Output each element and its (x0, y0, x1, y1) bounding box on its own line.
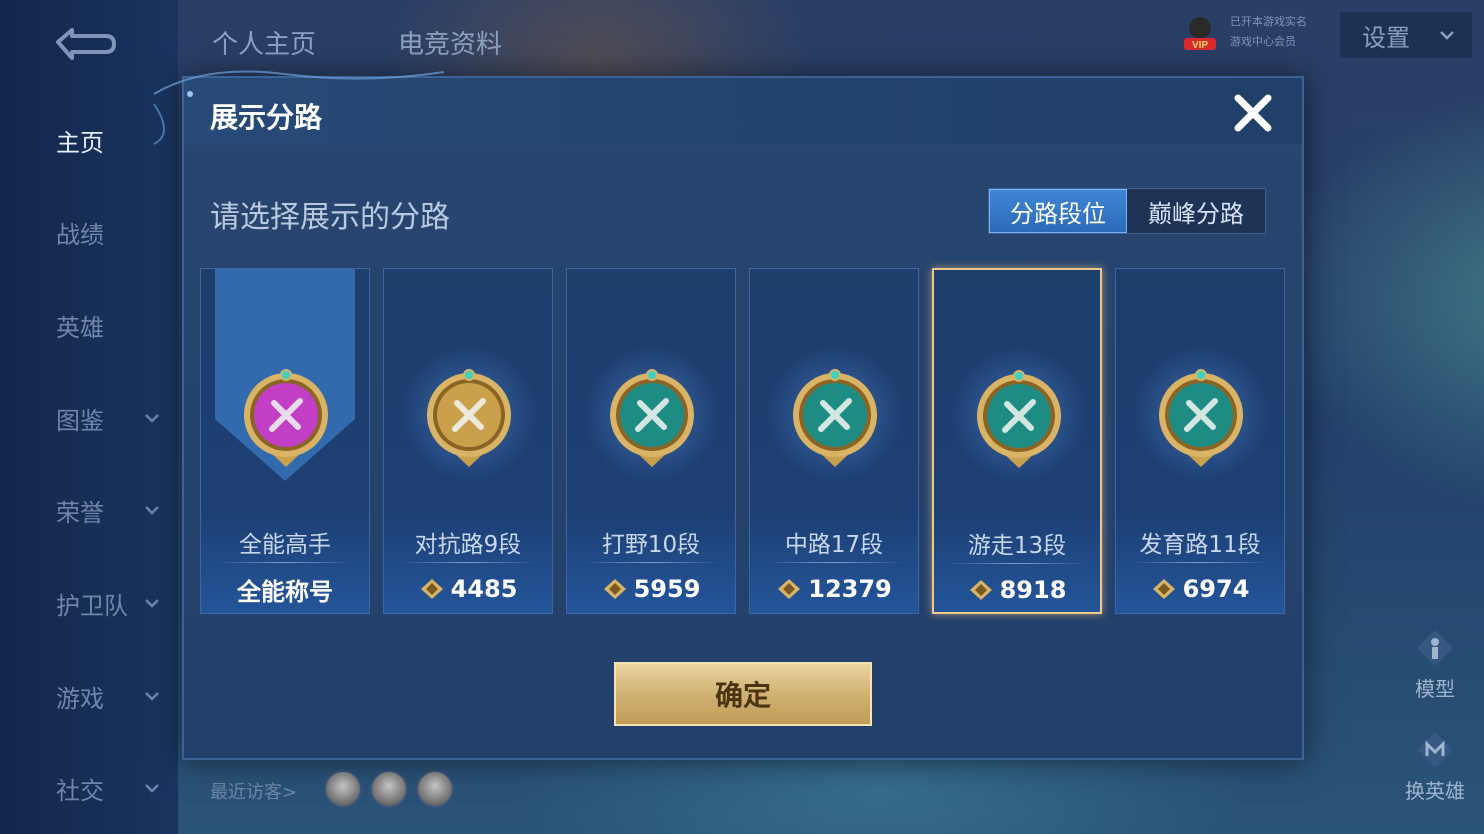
vip-badge-icon[interactable]: VIP (1180, 12, 1220, 52)
lane-card-score: 8918 (934, 574, 1100, 606)
lane-card-score: 12379 (750, 573, 918, 605)
sidebar-item[interactable]: 护卫队 (0, 573, 178, 633)
lane-card-score: 全能称号 (201, 573, 369, 606)
vip-status-text: 已开本游戏实名 游戏中心会员 (1230, 12, 1307, 52)
sidebar-item[interactable]: 图鉴 (0, 388, 178, 448)
sidebar-item-label: 英雄 (56, 313, 104, 342)
score-value: 8918 (999, 576, 1067, 604)
model-label: 模型 (1415, 677, 1455, 701)
sidebar-item-label: 主页 (56, 128, 104, 157)
power-points-icon (778, 579, 801, 599)
lane-card[interactable]: 中路17段 12379 (749, 268, 919, 614)
lane-card[interactable]: 对抗路9段 4485 (383, 268, 553, 614)
power-points-icon (420, 579, 443, 599)
sidebar-item[interactable]: 荣誉 (0, 480, 178, 540)
switch-hero-button[interactable]: 换英雄 (1400, 730, 1470, 804)
sidebar-item[interactable]: 社交 (0, 758, 178, 818)
score-value: 5959 (633, 575, 701, 603)
divider (581, 562, 721, 563)
lane-card-name: 打野10段 (601, 532, 701, 558)
dialog-title: 展示分路 (210, 101, 323, 134)
close-icon[interactable] (1230, 90, 1276, 136)
power-points-icon (603, 579, 626, 599)
roam-emblem-icon (977, 370, 1061, 468)
switch-hero-icon (1417, 732, 1453, 768)
mid-lane-emblem-icon (793, 369, 877, 467)
lane-card-name: 游走13段 (967, 533, 1067, 559)
score-value: 4485 (450, 575, 518, 603)
jungle-emblem-icon (610, 369, 694, 467)
sidebar-item[interactable]: 游戏 (0, 666, 178, 726)
vip-line-1: 已开本游戏实名 (1230, 15, 1307, 28)
toggle-peak-lane[interactable]: 巅峰分路 (1127, 189, 1265, 233)
tab-personal-home[interactable]: 个人主页 (212, 24, 316, 61)
model-icon (1417, 630, 1453, 666)
divider (1130, 562, 1270, 563)
model-button[interactable]: 模型 (1400, 628, 1470, 702)
farm-lane-emblem-icon (1159, 369, 1243, 467)
chevron-down-icon (145, 784, 159, 793)
switch-hero-label: 换英雄 (1405, 779, 1465, 803)
all-round-emblem-icon (244, 369, 328, 467)
power-points-icon (969, 580, 992, 600)
lane-card-name: 全能高手 (239, 532, 331, 558)
lane-card-name: 中路17段 (784, 532, 884, 558)
avatar[interactable] (370, 770, 408, 808)
show-lane-dialog: 展示分路 请选择展示的分路 分路段位 巅峰分路 全能高手 全能称号 对抗路9段 448… (153, 70, 1304, 760)
chevron-down-icon (145, 414, 159, 423)
tab-esports-profile[interactable]: 电竞资料 (398, 24, 502, 61)
lane-card[interactable]: 游走13段 8918 (932, 268, 1102, 614)
sidebar-item-label: 游戏 (56, 684, 104, 713)
divider (764, 562, 904, 563)
divider (215, 562, 355, 563)
sidebar-item-label: 战绩 (56, 220, 104, 249)
dialog-subtitle: 请选择展示的分路 (210, 200, 450, 235)
score-value: 6974 (1182, 575, 1250, 603)
chevron-down-icon (145, 506, 159, 515)
vip-line-2: 游戏中心会员 (1230, 35, 1296, 48)
vip-label: VIP (1192, 40, 1208, 51)
lane-card[interactable]: 全能高手 全能称号 (200, 268, 370, 614)
avatar[interactable] (416, 770, 454, 808)
sidebar-item-label: 社交 (56, 776, 104, 805)
back-arrow-icon[interactable] (48, 22, 120, 62)
lane-card-score: 6974 (1116, 573, 1284, 605)
settings-button[interactable]: 设置 (1340, 12, 1472, 58)
score-value: 全能称号 (237, 577, 333, 606)
chevron-down-icon (1440, 31, 1454, 40)
divider (398, 562, 538, 563)
sidebar-item-label: 护卫队 (56, 591, 128, 620)
clash-lane-emblem-icon (427, 369, 511, 467)
lane-card-name: 对抗路9段 (414, 532, 522, 558)
score-value: 12379 (808, 575, 892, 603)
chevron-down-icon (145, 599, 159, 608)
lane-card-score: 4485 (384, 573, 552, 605)
chevron-down-icon (145, 692, 159, 701)
lane-card-score: 5959 (567, 573, 735, 605)
confirm-button[interactable]: 确定 (614, 662, 872, 726)
lane-card[interactable]: 打野10段 5959 (566, 268, 736, 614)
lane-mode-toggle: 分路段位 巅峰分路 (988, 188, 1266, 234)
lane-card[interactable]: 发育路11段 6974 (1115, 268, 1285, 614)
sidebar-item-label: 荣誉 (56, 498, 104, 527)
recent-visitors-link[interactable]: 最近访客> (210, 778, 297, 804)
sidebar-item[interactable]: 战绩 (0, 202, 178, 262)
settings-label: 设置 (1362, 23, 1410, 52)
toggle-lane-rank[interactable]: 分路段位 (989, 189, 1127, 233)
sidebar-item[interactable]: 英雄 (0, 295, 178, 355)
power-points-icon (1152, 579, 1175, 599)
avatar[interactable] (324, 770, 362, 808)
sidebar-item-label: 图鉴 (56, 406, 104, 435)
lane-card-name: 发育路11段 (1139, 532, 1261, 558)
divider (948, 563, 1088, 564)
